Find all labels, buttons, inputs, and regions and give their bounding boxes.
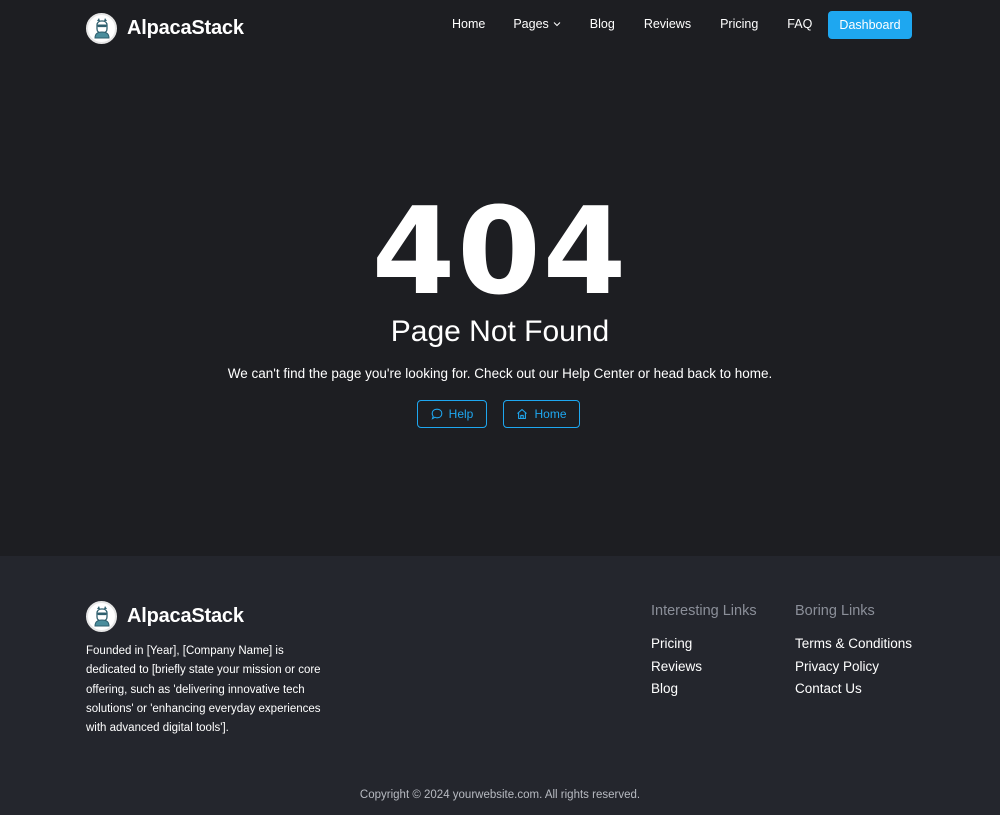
nav-faq[interactable]: FAQ <box>787 17 812 31</box>
help-button-label: Help <box>448 407 474 421</box>
footer-about-text: Founded in [Year], [Company Name] is ded… <box>86 645 321 735</box>
footer-link-pricing[interactable]: Pricing <box>651 633 757 656</box>
dashboard-button[interactable]: Dashboard <box>828 11 912 39</box>
nav-pricing[interactable]: Pricing <box>720 17 758 31</box>
footer-brand-name: AlpacaStack <box>127 604 244 627</box>
footer-link-terms[interactable]: Terms & Conditions <box>795 633 912 656</box>
house-icon <box>517 408 528 420</box>
footer-boring-links: Boring Links Terms & Conditions Privacy … <box>795 602 912 701</box>
footer-column-title: Boring Links <box>795 603 875 619</box>
footer-column-title: Interesting Links <box>651 603 757 619</box>
footer-link-reviews[interactable]: Reviews <box>651 656 757 679</box>
brand-logo-link[interactable]: AlpacaStack <box>86 12 244 44</box>
copyright-text: Copyright © 2024 yourwebsite.com. All ri… <box>359 789 641 801</box>
chevron-down-icon <box>553 22 561 27</box>
main-nav: Home Pages Blog Reviews Pricing FAQ <box>452 17 812 31</box>
error-message: We can't find the page you're looking fo… <box>227 366 773 381</box>
footer-link-privacy[interactable]: Privacy Policy <box>795 656 912 679</box>
nav-reviews[interactable]: Reviews <box>644 17 691 31</box>
help-button[interactable]: Help <box>417 400 487 428</box>
error-code: 404 <box>371 183 629 322</box>
chat-bubble-icon <box>431 408 443 420</box>
home-button-label: Home <box>534 407 567 421</box>
nav-pages[interactable]: Pages <box>513 17 561 31</box>
site-header: AlpacaStack Home Pages Blog Reviews Pric… <box>0 0 1000 55</box>
alpaca-logo-icon <box>86 12 117 44</box>
footer-link-contact[interactable]: Contact Us <box>795 678 912 701</box>
alpaca-logo-icon <box>86 600 117 632</box>
footer-interesting-links: Interesting Links Pricing Reviews Blog <box>651 602 757 701</box>
nav-pages-label: Pages <box>513 17 549 31</box>
site-footer: AlpacaStack Founded in [Year], [Company … <box>0 556 1000 815</box>
nav-blog[interactable]: Blog <box>590 17 615 31</box>
brand-name: AlpacaStack <box>127 16 244 39</box>
error-title: Page Not Found <box>390 315 610 348</box>
footer-brand-logo-link[interactable]: AlpacaStack <box>86 600 244 632</box>
nav-home[interactable]: Home <box>452 17 485 31</box>
home-button[interactable]: Home <box>503 400 580 428</box>
footer-link-blog[interactable]: Blog <box>651 678 757 701</box>
